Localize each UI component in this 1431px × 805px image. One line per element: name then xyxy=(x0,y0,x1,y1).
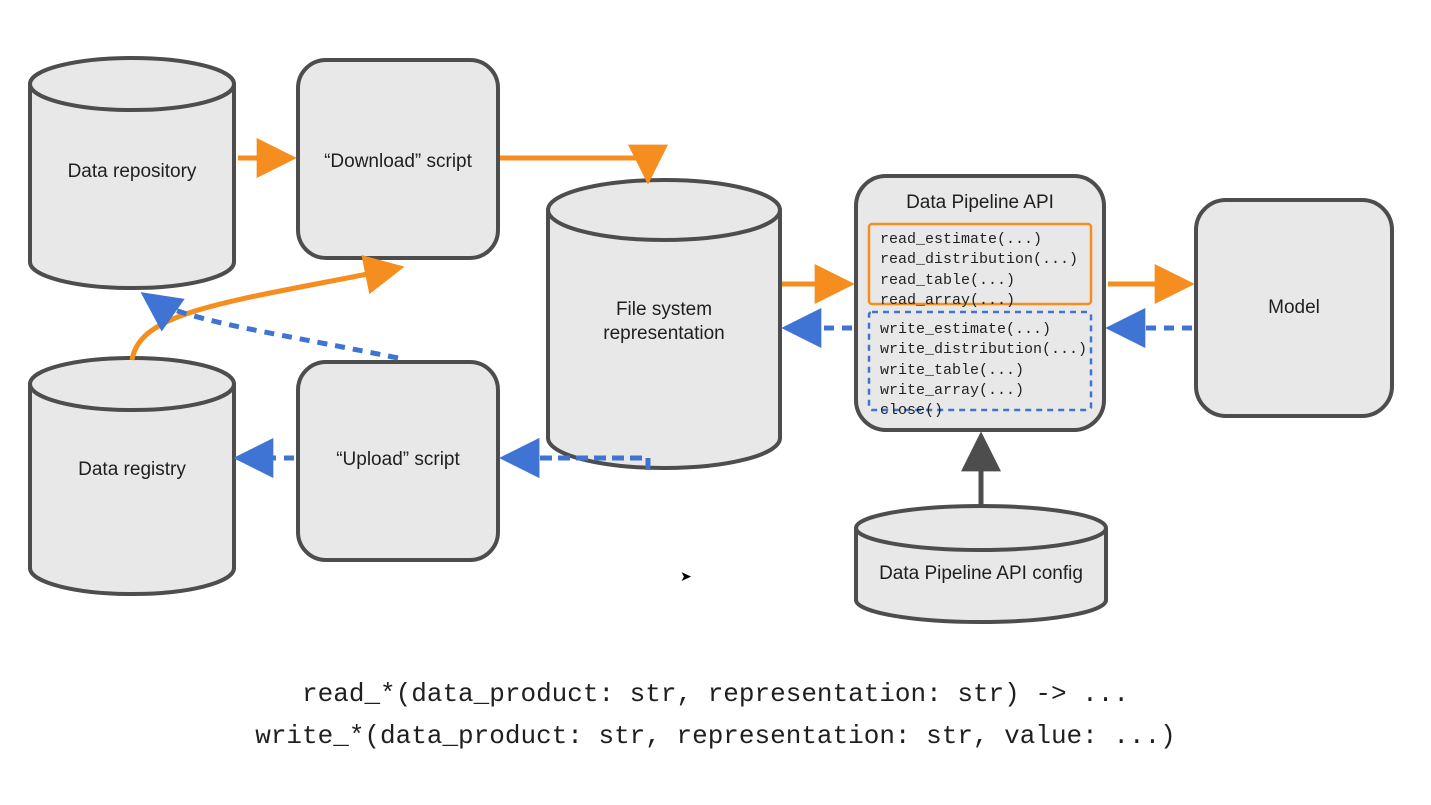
arrow-download-to-filesystem xyxy=(500,158,648,178)
diagram-canvas xyxy=(0,0,1431,805)
node-file-system xyxy=(548,180,780,468)
node-api-config xyxy=(856,506,1106,622)
node-upload-script xyxy=(298,362,498,560)
api-write-box xyxy=(869,312,1091,410)
node-data-repository xyxy=(30,58,234,288)
node-model xyxy=(1196,200,1392,416)
node-data-registry xyxy=(30,358,234,594)
arrow-upload-to-repository xyxy=(146,296,398,358)
node-download-script xyxy=(298,60,498,258)
api-read-box xyxy=(869,224,1091,304)
